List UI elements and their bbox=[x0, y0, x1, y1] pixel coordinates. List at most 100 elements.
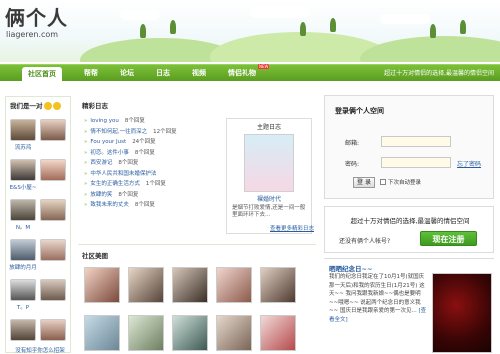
photo-thumb[interactable] bbox=[216, 267, 252, 303]
reply-count: 8个回复 bbox=[118, 191, 139, 198]
feature-desc: 是烟节打败爱情,还是一间一般里面环环下去... bbox=[232, 205, 306, 218]
photo-thumb[interactable] bbox=[84, 267, 120, 303]
avatar[interactable] bbox=[10, 319, 36, 341]
anniversary-text: 我们的纪念日我定在了10月1号(就国庆那一天后)和我的农历生日(1月21号) 这… bbox=[329, 274, 427, 323]
couple-item[interactable]: E&S小屋~ bbox=[9, 159, 37, 191]
diary-link[interactable]: 西安游记 bbox=[90, 160, 112, 166]
photo-thumb[interactable] bbox=[260, 315, 296, 351]
avatar[interactable] bbox=[40, 119, 66, 141]
login-title: 登录俩个人空间 bbox=[335, 107, 384, 115]
couple-item[interactable] bbox=[39, 239, 67, 261]
list-item[interactable]: » 女生的正确生活方式 1个回复 bbox=[84, 179, 224, 190]
photo-thumb[interactable] bbox=[172, 267, 208, 303]
photo-thumb[interactable] bbox=[216, 315, 252, 351]
list-item[interactable]: » 西安游记 8个回复 bbox=[84, 158, 224, 169]
couple-name[interactable]: E&S小屋~ bbox=[9, 183, 37, 191]
couples-title: 我们是一对 bbox=[6, 97, 70, 113]
nav-item-forum[interactable]: 论坛 bbox=[114, 65, 140, 82]
remember-checkbox[interactable] bbox=[380, 179, 386, 185]
list-item[interactable]: » Fou your Just 24个回复 bbox=[84, 137, 224, 148]
couple-name[interactable]: N。M bbox=[9, 223, 37, 231]
photo-thumb[interactable] bbox=[128, 267, 164, 303]
photo-thumb[interactable] bbox=[260, 267, 296, 303]
diary-link[interactable]: 初恋。这件小事 bbox=[90, 150, 129, 156]
list-item[interactable]: » 致我未来的丈夫 8个回复 bbox=[84, 200, 224, 211]
avatar[interactable] bbox=[10, 119, 36, 141]
couple-item[interactable] bbox=[39, 279, 67, 301]
couple-item[interactable]: 放肆的月月 bbox=[9, 239, 37, 271]
site-logo[interactable]: 俩个人 bbox=[5, 2, 68, 31]
avatar[interactable] bbox=[40, 239, 66, 261]
smiley-icon bbox=[43, 102, 52, 110]
avatar[interactable] bbox=[10, 159, 36, 181]
list-item[interactable]: » 中华人民共和国未婚保护法 bbox=[84, 169, 224, 180]
diary-panel: 精彩日志 » loving you 8个回复 » 情不知何起,一往而深之 12个回复 »… bbox=[78, 96, 316, 236]
main-nav: 社区首页 帮帮 论坛 日志 视频 情侣礼物 NEW 超过十万对情侣的选择,最温馨… bbox=[0, 64, 500, 82]
couple-name[interactable]: 流苏鸿 bbox=[9, 143, 37, 151]
diary-link[interactable]: 放肆的笑 bbox=[90, 192, 112, 198]
diary-link[interactable]: 致我未来的丈夫 bbox=[90, 202, 129, 208]
diary-link[interactable]: loving you bbox=[90, 118, 119, 124]
smiley-icon bbox=[52, 102, 61, 110]
diary-link[interactable]: 中华人民共和国未婚保护法 bbox=[90, 171, 156, 177]
remember-label: 下次自动登录 bbox=[388, 180, 422, 186]
nav-item-gifts[interactable]: 情侣礼物 bbox=[222, 65, 262, 82]
couple-item[interactable] bbox=[39, 199, 67, 221]
anniversary-image[interactable] bbox=[432, 273, 492, 353]
avatar[interactable] bbox=[10, 199, 36, 221]
couple-name[interactable]: 放肆的月月 bbox=[9, 263, 37, 271]
more-diary-link[interactable]: 查看更多精彩日志 bbox=[270, 224, 314, 232]
reply-count: 8个回复 bbox=[134, 202, 155, 208]
nav-item-video[interactable]: 视频 bbox=[186, 65, 212, 82]
diary-link[interactable]: 情不知何起,一往而深之 bbox=[90, 129, 147, 135]
reply-count: 8个回复 bbox=[134, 149, 155, 156]
avatar[interactable] bbox=[40, 159, 66, 181]
avatar[interactable] bbox=[40, 199, 66, 221]
diary-link[interactable]: 女生的正确生活方式 bbox=[90, 181, 140, 187]
list-item[interactable]: » loving you 8个回复 bbox=[84, 116, 224, 127]
couple-item[interactable] bbox=[39, 319, 67, 341]
register-question: 还没有俩个人帐号? bbox=[339, 238, 391, 245]
couple-item[interactable] bbox=[9, 319, 37, 341]
feature-name[interactable]: 裸婚时代 bbox=[227, 194, 311, 203]
feature-header: 主题日志 bbox=[256, 124, 281, 131]
forgot-password-link[interactable]: 忘了密码 bbox=[457, 159, 481, 168]
couple-item[interactable]: T。P bbox=[9, 279, 37, 311]
password-field[interactable] bbox=[381, 157, 451, 168]
couple-item[interactable]: N。M bbox=[9, 199, 37, 231]
couple-item[interactable]: 流苏鸿 bbox=[9, 119, 37, 151]
diary-link[interactable]: Fou your Just bbox=[90, 139, 126, 145]
avatar[interactable] bbox=[40, 279, 66, 301]
list-item[interactable]: » 放肆的笑 8个回复 bbox=[84, 190, 224, 201]
arrow-icon: » bbox=[84, 202, 88, 208]
diary-list: » loving you 8个回复 » 情不知何起,一往而深之 12个回复 » Fou y… bbox=[84, 116, 224, 211]
avatar[interactable] bbox=[10, 239, 36, 261]
anniversary-title[interactable]: 晒晒纪念日~~ bbox=[329, 263, 372, 273]
feature-cover-image[interactable] bbox=[244, 134, 294, 192]
photo-thumb[interactable] bbox=[172, 315, 208, 351]
photo-thumb[interactable] bbox=[128, 315, 164, 351]
photos-panel: 社区美图 bbox=[78, 244, 316, 353]
nav-item-help[interactable]: 帮帮 bbox=[78, 65, 104, 82]
couple-name[interactable]: T。P bbox=[9, 303, 37, 311]
new-badge: NEW bbox=[258, 64, 270, 69]
email-field[interactable] bbox=[381, 136, 451, 147]
arrow-icon: » bbox=[84, 149, 88, 156]
couple-item[interactable] bbox=[39, 119, 67, 141]
nav-slogan: 超过十万对情侣的选择,最温馨的情侣空间 bbox=[384, 70, 494, 77]
photo-thumb[interactable] bbox=[84, 315, 120, 351]
register-panel: 超过十万对情侣的选择,最温馨的情侣空间 还没有俩个人帐号? 现在注册 bbox=[324, 206, 494, 253]
featured-diary[interactable]: 主题日志 裸婚时代 是烟节打败爱情,还是一间一般里面环环下去... bbox=[226, 118, 312, 234]
list-item[interactable]: » 情不知何起,一往而深之 12个回复 bbox=[84, 127, 224, 138]
reply-count: 8个回复 bbox=[118, 160, 139, 166]
avatar[interactable] bbox=[10, 279, 36, 301]
email-label: 邮箱: bbox=[345, 140, 360, 147]
login-button[interactable]: 登 录 bbox=[353, 177, 375, 188]
nav-item-home[interactable]: 社区首页 bbox=[22, 67, 62, 82]
couple-item[interactable] bbox=[39, 159, 67, 181]
avatar[interactable] bbox=[40, 319, 66, 341]
nav-item-diary[interactable]: 日志 bbox=[150, 65, 176, 82]
register-button[interactable]: 现在注册 bbox=[420, 231, 477, 246]
reply-count: 12个回复 bbox=[153, 128, 177, 135]
list-item[interactable]: » 初恋。这件小事 8个回复 bbox=[84, 148, 224, 159]
